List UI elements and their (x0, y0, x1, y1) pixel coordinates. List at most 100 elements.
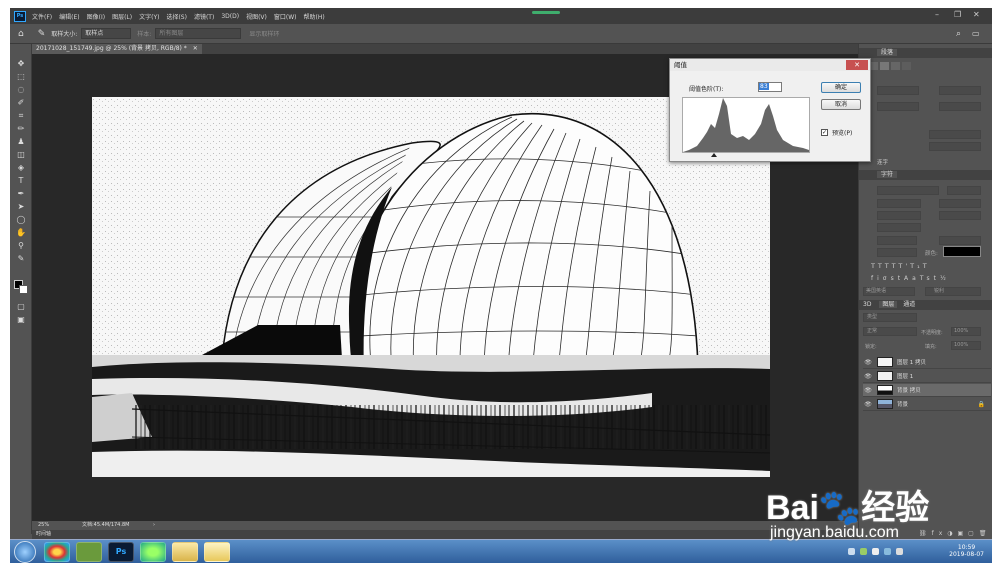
quick-mask-icon[interactable]: ▢ (14, 301, 28, 313)
background-color-swatch[interactable] (19, 285, 28, 294)
kerning-field[interactable] (877, 211, 921, 220)
show-ring-checkbox[interactable]: 显示取样环 (249, 29, 279, 38)
menu-filter[interactable]: 滤镜(T) (194, 12, 214, 21)
chrome-taskbar-icon[interactable] (44, 542, 70, 562)
menu-layer[interactable]: 图层(L) (112, 12, 132, 21)
vertical-scale-field[interactable] (877, 236, 917, 245)
workspace-icon[interactable]: ▭ (972, 29, 980, 38)
lasso-tool-icon[interactable]: ◌ (14, 84, 28, 96)
zoom-tool-icon[interactable]: ⚲ (14, 240, 28, 252)
eraser-tool-icon[interactable]: ◫ (14, 149, 28, 161)
align-center-icon[interactable] (880, 62, 889, 70)
space-before-field[interactable] (939, 102, 981, 111)
explorer-taskbar-icon[interactable] (172, 542, 198, 562)
hyphenate-checkbox[interactable]: 连字 (877, 158, 888, 166)
type-style-buttons[interactable]: TTTTT'T₁T (871, 262, 930, 270)
kinsoku-select[interactable] (929, 130, 981, 139)
pen-tool-icon[interactable]: ✒ (14, 188, 28, 200)
home-icon[interactable]: ⌂ (18, 29, 24, 39)
status-arrow-icon[interactable]: › (153, 521, 155, 530)
menu-3d[interactable]: 3D(D) (221, 13, 239, 20)
opentype-buttons[interactable]: fiσstAaTst½ (871, 275, 950, 282)
menu-type[interactable]: 文字(Y) (139, 12, 159, 21)
layer-kind-filter[interactable]: 类型 (863, 313, 917, 322)
font-size-field[interactable] (877, 199, 921, 208)
blend-mode-select[interactable]: 正常 (863, 327, 917, 336)
tab-channels[interactable]: 通道 (903, 301, 915, 308)
tab-character[interactable]: 字符 (877, 171, 898, 178)
app-taskbar-icon[interactable] (140, 542, 166, 562)
histogram[interactable] (682, 97, 810, 157)
timeline-tab[interactable]: 时间轴 (36, 531, 51, 537)
font-family-select[interactable] (877, 186, 939, 195)
minecraft-taskbar-icon[interactable] (76, 542, 102, 562)
sample-select[interactable]: 所有图层 (155, 28, 242, 39)
screen-mode-icon[interactable]: ▣ (14, 314, 28, 326)
threshold-level-input[interactable]: 83 (758, 82, 782, 92)
brush-tool-icon[interactable]: ✏ (14, 123, 28, 135)
tab-close-icon[interactable]: ✕ (193, 45, 198, 52)
indent-left-field[interactable] (877, 86, 919, 95)
layer-row[interactable]: 👁 图层 1 拷贝 (863, 356, 991, 369)
minimize-icon[interactable]: – (935, 10, 939, 19)
type-tool-icon[interactable]: T (14, 175, 28, 187)
align-right-icon[interactable] (891, 62, 900, 70)
tsume-field[interactable] (877, 223, 921, 232)
move-tool-icon[interactable]: ✥ (14, 58, 28, 70)
eyedropper-icon[interactable]: ✎ (38, 29, 46, 39)
menu-view[interactable]: 视图(V) (246, 12, 267, 21)
menu-edit[interactable]: 编辑(E) (59, 12, 79, 21)
layer-row[interactable]: 👁 背景 🔒 (863, 398, 991, 411)
document-tab[interactable]: 20171028_151749.jpg @ 25% (背景 拷贝, RGB/8)… (32, 44, 202, 54)
hand-tool-icon[interactable]: ✋ (14, 227, 28, 239)
eye-icon[interactable]: 👁 (863, 387, 873, 394)
photoshop-taskbar-icon[interactable]: Ps (108, 542, 134, 562)
start-button[interactable] (14, 541, 36, 563)
menu-window[interactable]: 窗口(W) (274, 12, 297, 21)
layer-row[interactable]: 👁 图层 1 (863, 370, 991, 383)
horizontal-scale-field[interactable] (939, 236, 981, 245)
tab-paragraph[interactable]: 段落 (877, 49, 898, 56)
opacity-field[interactable]: 100% (951, 327, 981, 336)
tracking-field[interactable] (939, 211, 981, 220)
threshold-slider-handle[interactable] (711, 153, 717, 157)
fill-field[interactable]: 100% (951, 341, 981, 350)
antialias-select[interactable]: 锐利 (925, 287, 981, 296)
font-style-select[interactable] (947, 186, 981, 195)
folder-taskbar-icon[interactable] (204, 542, 230, 562)
text-color-swatch[interactable] (943, 246, 981, 257)
baseline-field[interactable] (877, 248, 917, 257)
bucket-tool-icon[interactable]: ◈ (14, 162, 28, 174)
tab-layers[interactable]: 图层 (879, 301, 898, 308)
shape-tool-icon[interactable]: ◯ (14, 214, 28, 226)
close-icon[interactable]: ✕ (973, 10, 980, 19)
ok-button[interactable]: 确定 (821, 82, 861, 93)
indent-first-field[interactable] (877, 102, 919, 111)
stamp-tool-icon[interactable]: ♟ (14, 136, 28, 148)
search-icon[interactable]: ⌕ (956, 29, 961, 39)
zoom-level[interactable]: 25% (38, 521, 49, 530)
mojikumi-select[interactable] (929, 142, 981, 151)
eye-icon[interactable]: 👁 (863, 401, 873, 408)
restore-icon[interactable]: ❐ (954, 10, 961, 19)
tab-3d[interactable]: 3D (863, 301, 871, 308)
eye-icon[interactable]: 👁 (863, 359, 873, 366)
cancel-button[interactable]: 取消 (821, 99, 861, 110)
justify-icon[interactable] (902, 62, 911, 70)
eye-icon[interactable]: 👁 (863, 373, 873, 380)
leading-field[interactable] (939, 199, 981, 208)
indent-right-field[interactable] (939, 86, 981, 95)
marquee-tool-icon[interactable]: ⬚ (14, 71, 28, 83)
quick-select-tool-icon[interactable]: ✐ (14, 97, 28, 109)
menu-select[interactable]: 选择(S) (166, 12, 187, 21)
menu-help[interactable]: 帮助(H) (304, 12, 325, 21)
path-select-tool-icon[interactable]: ➤ (14, 201, 28, 213)
menu-file[interactable]: 文件(F) (32, 12, 52, 21)
crop-tool-icon[interactable]: ⌗ (14, 110, 28, 122)
sample-size-select[interactable]: 取样点 (81, 28, 132, 39)
preview-checkbox[interactable]: ✓ 预览(P) (821, 128, 852, 137)
layer-row-selected[interactable]: 👁 背景 拷贝 (863, 384, 991, 397)
language-select[interactable]: 美国英语 (863, 287, 915, 296)
eyedropper-tool-icon[interactable]: ✎ (14, 253, 28, 265)
menu-image[interactable]: 图像(I) (87, 12, 105, 21)
